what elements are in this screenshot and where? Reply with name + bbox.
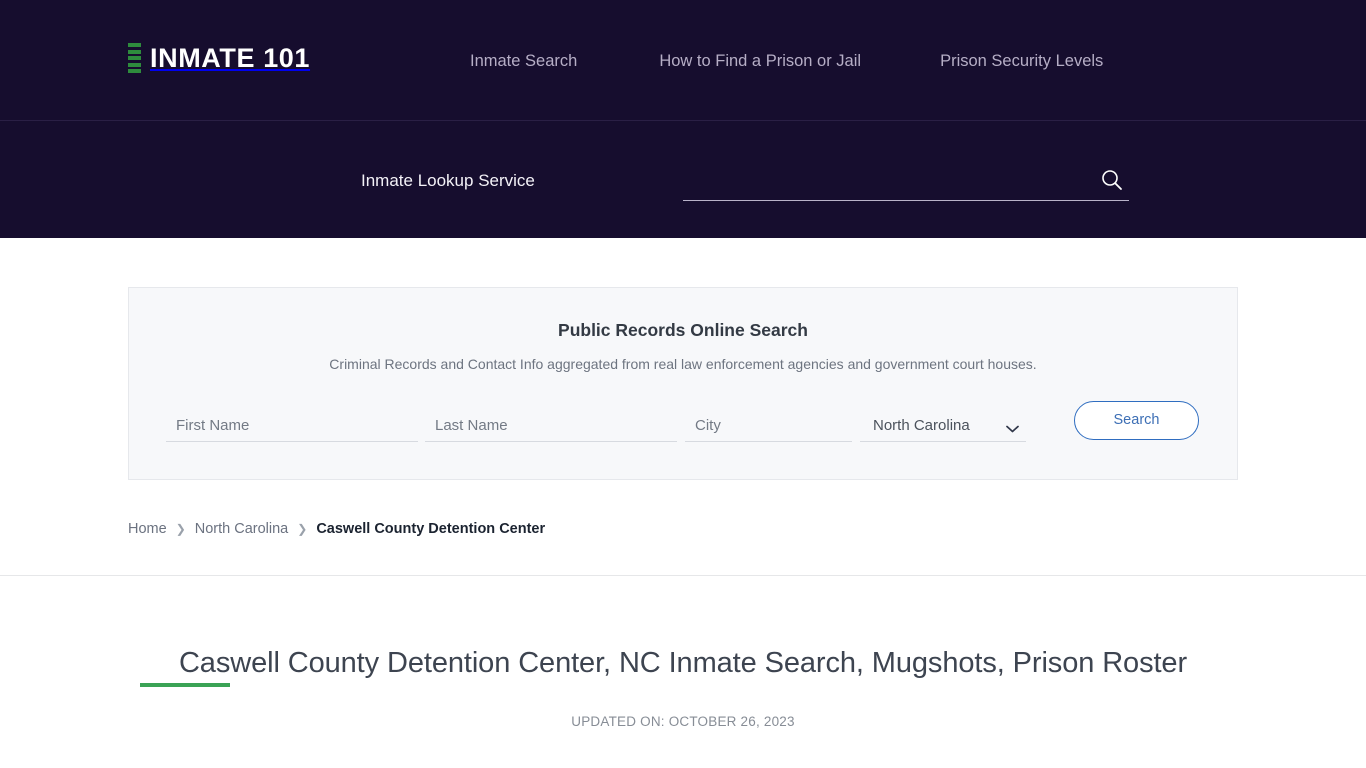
breadcrumb: Home ❯ North Carolina ❯ Caswell County D… bbox=[128, 519, 545, 539]
page-title-block: Caswell County Detention Center, NC Inma… bbox=[0, 643, 1366, 683]
state-select[interactable]: North Carolina bbox=[860, 411, 1026, 442]
main-navigation: Inmate Search How to Find a Prison or Ja… bbox=[470, 48, 1103, 74]
first-name-input[interactable] bbox=[166, 411, 418, 440]
inmate-lookup-label: Inmate Lookup Service bbox=[361, 171, 535, 190]
stacked-bars-icon bbox=[128, 43, 141, 73]
section-divider bbox=[0, 575, 1366, 576]
inmate-lookup-input[interactable] bbox=[683, 161, 1073, 199]
nav-item-how-to-find-a-prison-or-jail[interactable]: How to Find a Prison or Jail bbox=[659, 48, 861, 74]
logo-text: INMATE 101 bbox=[150, 43, 311, 73]
state-select-value: North Carolina bbox=[873, 417, 970, 434]
public-records-panel: Public Records Online Search Criminal Re… bbox=[128, 287, 1238, 480]
title-accent-bar bbox=[140, 683, 230, 687]
nav-item-inmate-search[interactable]: Inmate Search bbox=[470, 48, 577, 74]
first-name-field[interactable] bbox=[166, 411, 418, 442]
breadcrumb-item-current: Caswell County Detention Center bbox=[316, 521, 546, 537]
nav-item-prison-security-levels[interactable]: Prison Security Levels bbox=[940, 48, 1103, 74]
public-records-subtitle: Criminal Records and Contact Info aggreg… bbox=[329, 356, 1037, 372]
city-field[interactable] bbox=[685, 411, 852, 442]
breadcrumb-item-north-carolina[interactable]: North Carolina bbox=[195, 519, 289, 539]
site-header: INMATE 101 Inmate Search How to Find a P… bbox=[0, 0, 1366, 121]
page-title: Caswell County Detention Center, NC Inma… bbox=[178, 647, 1188, 679]
public-records-search-button[interactable]: Search bbox=[1074, 401, 1199, 440]
last-name-input[interactable] bbox=[425, 411, 677, 440]
public-records-form: North Carolina Search bbox=[129, 401, 1237, 442]
breadcrumb-separator-icon: ❯ bbox=[175, 522, 186, 536]
search-icon[interactable] bbox=[1101, 169, 1123, 191]
inmate-lookup-field[interactable] bbox=[683, 161, 1129, 201]
updated-on-text: UPDATED ON: OCTOBER 26, 2023 bbox=[571, 714, 795, 729]
breadcrumb-item-home[interactable]: Home bbox=[128, 519, 167, 539]
city-input[interactable] bbox=[685, 411, 852, 440]
inmate-lookup-bar: Inmate Lookup Service bbox=[0, 121, 1366, 238]
site-logo[interactable]: INMATE 101 bbox=[128, 43, 310, 73]
breadcrumb-separator-icon: ❯ bbox=[297, 522, 308, 536]
public-records-title: Public Records Online Search bbox=[558, 320, 808, 340]
last-name-field[interactable] bbox=[425, 411, 677, 442]
